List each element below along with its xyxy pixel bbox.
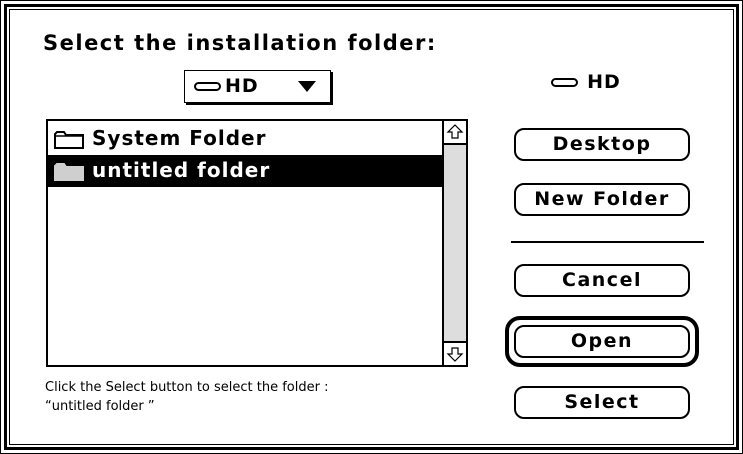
hint-line-1: Click the Select button to select the fo… xyxy=(45,380,329,395)
folder-list[interactable]: System Folder untitled folder xyxy=(46,119,468,367)
list-scrollbar[interactable] xyxy=(442,121,466,365)
cancel-button[interactable]: Cancel xyxy=(514,264,690,297)
folder-icon xyxy=(54,131,84,149)
selection-hint: Click the Select button to select the fo… xyxy=(45,378,328,416)
volume-popup-label: HD xyxy=(225,75,259,97)
select-button[interactable]: Select xyxy=(514,386,690,419)
current-volume-name: HD xyxy=(587,71,621,93)
button-divider xyxy=(511,241,704,243)
install-folder-dialog: Select the installation folder: HD HD Sy… xyxy=(0,0,743,454)
scroll-down-arrow-icon[interactable] xyxy=(444,341,466,365)
folder-icon xyxy=(54,163,84,181)
list-item-label: System Folder xyxy=(92,126,267,150)
scroll-up-arrow-icon[interactable] xyxy=(444,121,466,145)
popup-arrow-icon xyxy=(298,81,316,92)
hard-drive-icon xyxy=(551,77,578,87)
list-item-untitled-folder[interactable]: untitled folder xyxy=(48,155,444,187)
list-item-system-folder[interactable]: System Folder xyxy=(48,123,444,155)
hint-line-2: “untitled folder ” xyxy=(45,399,155,414)
hard-drive-icon xyxy=(194,82,221,91)
new-folder-button[interactable]: New Folder xyxy=(514,183,690,216)
desktop-button[interactable]: Desktop xyxy=(514,128,690,161)
list-item-label: untitled folder xyxy=(92,158,271,182)
dialog-prompt: Select the installation folder: xyxy=(43,31,437,55)
open-button[interactable]: Open xyxy=(514,325,690,358)
volume-popup-menu[interactable]: HD xyxy=(184,70,331,103)
current-volume: HD xyxy=(551,71,621,93)
